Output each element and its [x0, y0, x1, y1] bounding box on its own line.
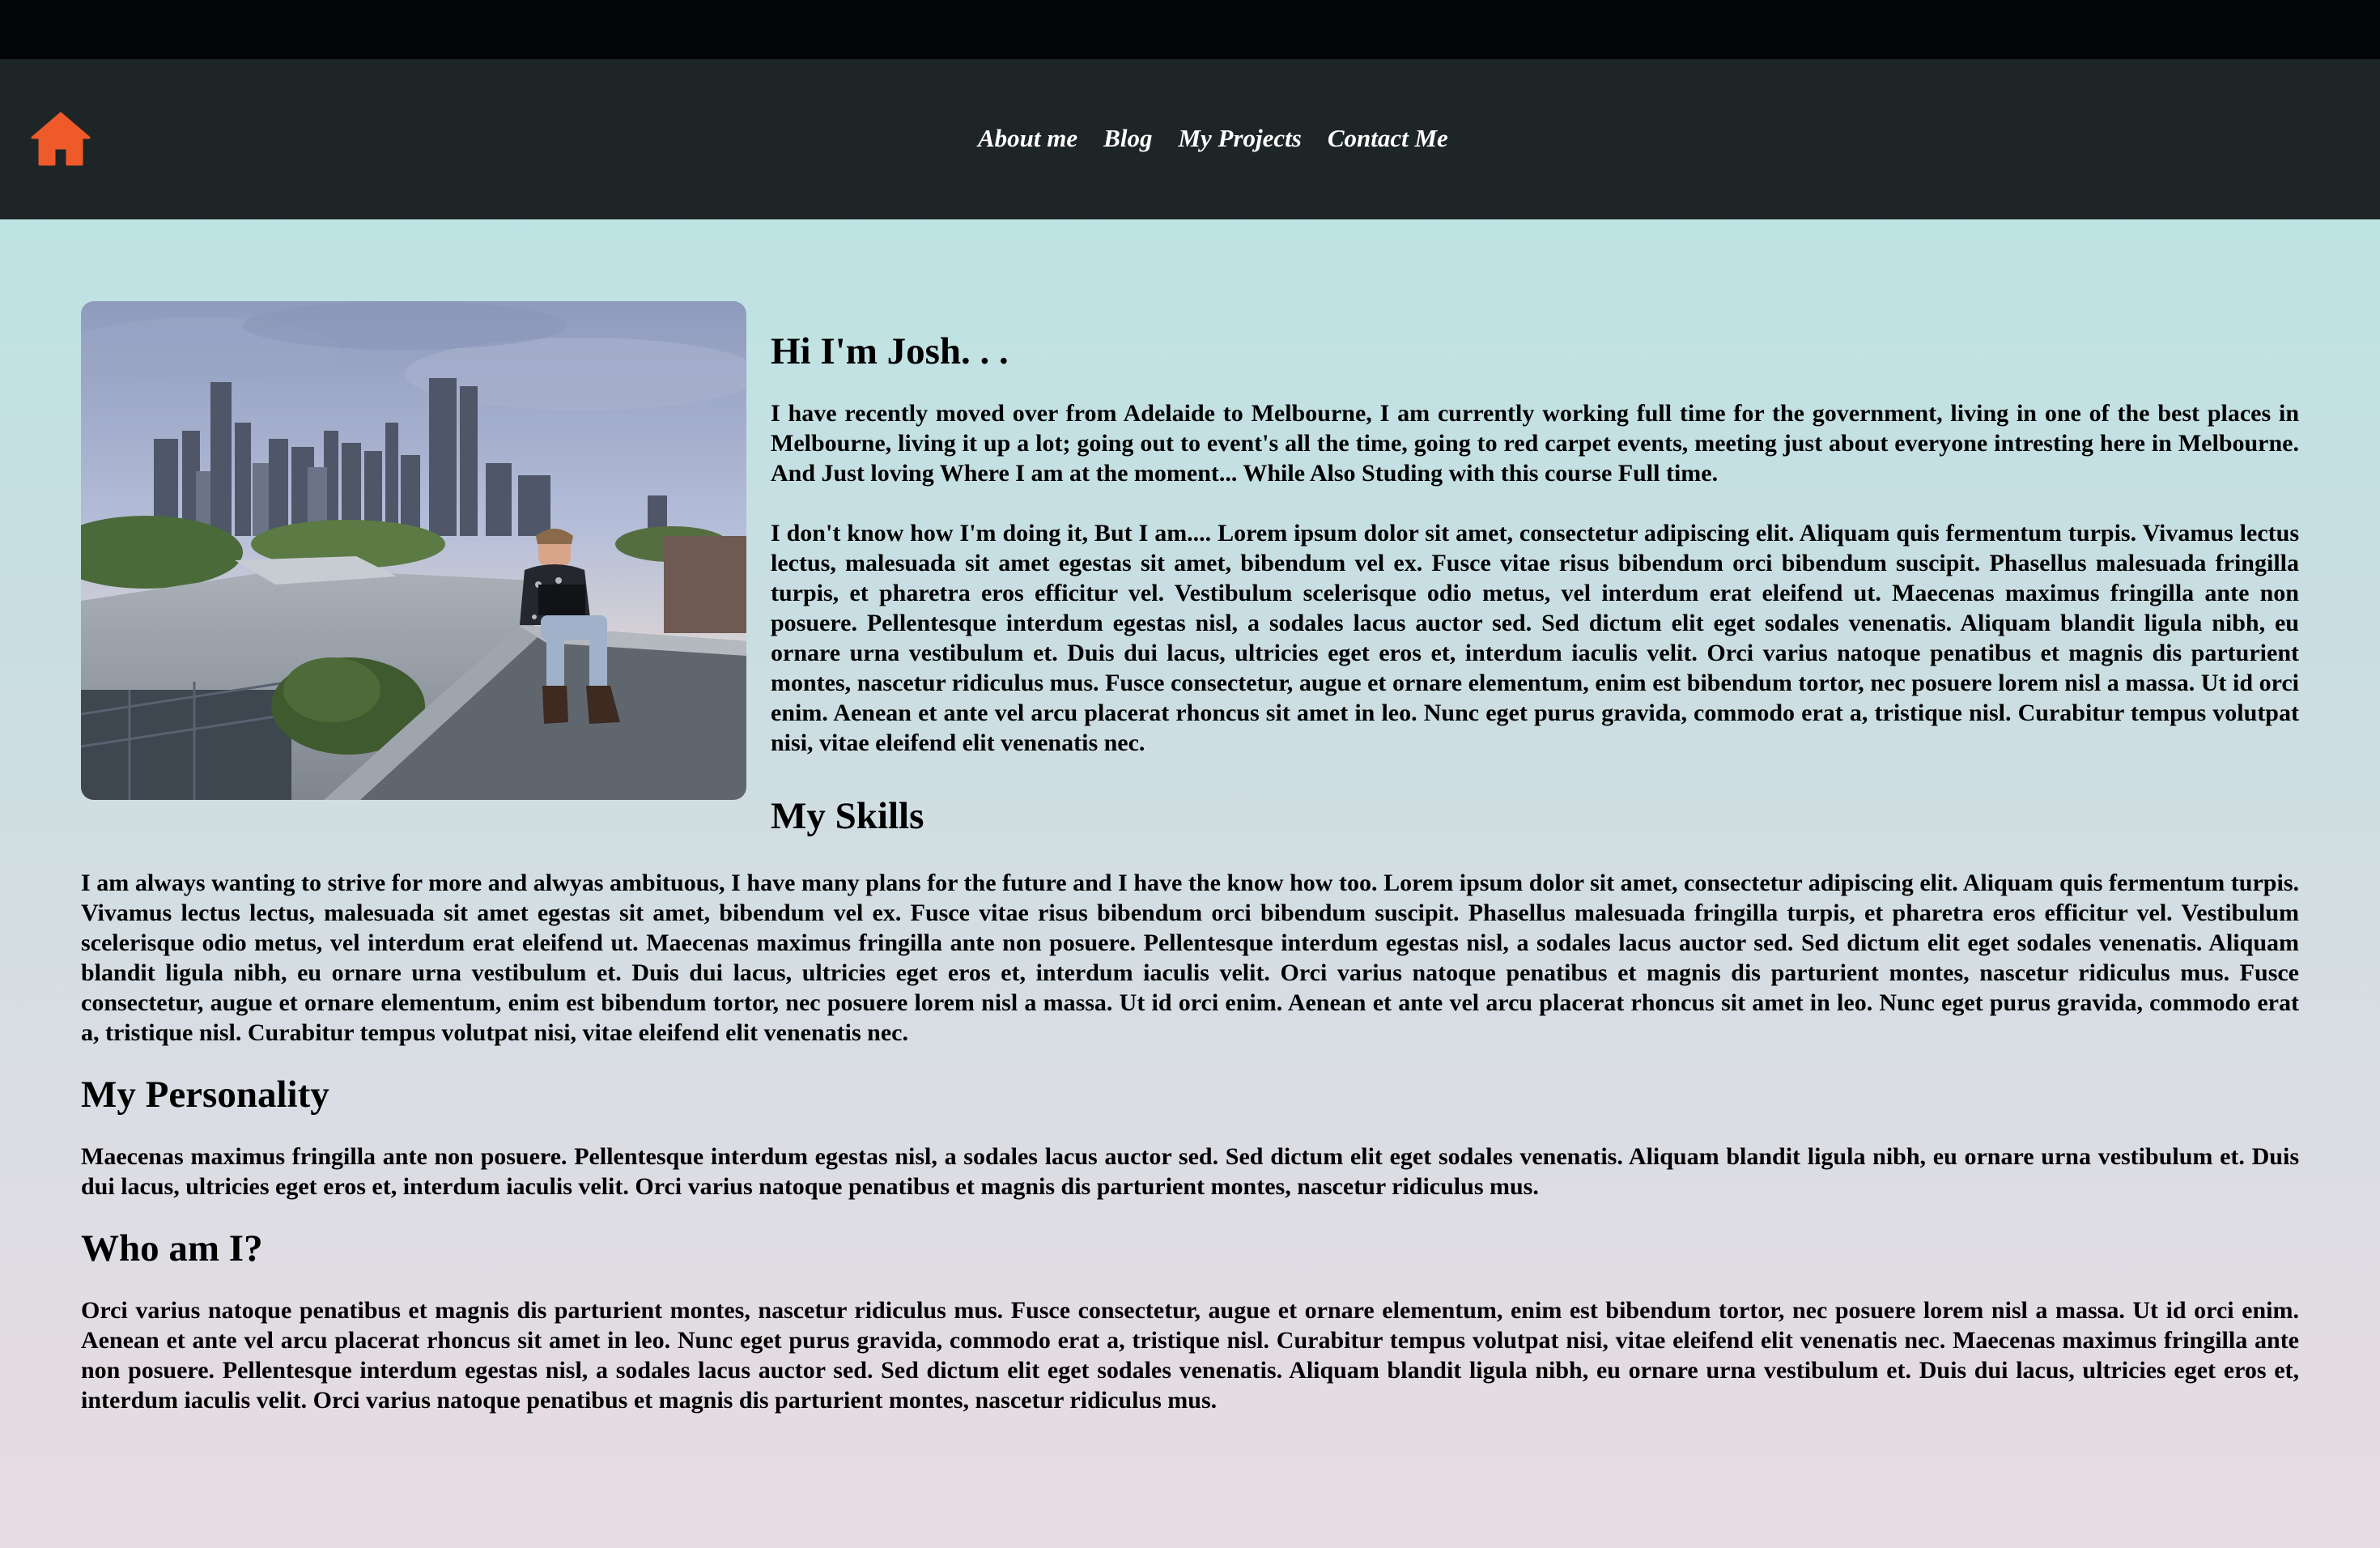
intro-paragraph-1: I have recently moved over from Adelaide…	[771, 400, 2299, 487]
lower-sections: I am always wanting to strive for more a…	[81, 868, 2299, 1415]
personality-paragraph: Maecenas maximus fringilla ante non posu…	[81, 1143, 2299, 1200]
nav-link-blog[interactable]: Blog	[1103, 124, 1152, 153]
skills-heading: My Skills	[771, 795, 924, 837]
nav-link-about-me[interactable]: About me	[978, 124, 1077, 153]
nav-link-my-projects[interactable]: My Projects	[1178, 124, 1301, 153]
intro-section: Hi I'm Josh. . . I have recently moved o…	[771, 329, 2299, 758]
home-link[interactable]	[30, 111, 91, 166]
nav-links: About me Blog My Projects Contact Me	[978, 117, 1448, 159]
home-icon	[31, 112, 91, 166]
intro-paragraph-2: I don't know how I'm doing it, But I am.…	[771, 520, 2299, 756]
nav-link-contact-me[interactable]: Contact Me	[1328, 124, 1448, 153]
who-am-i-heading: Who am I?	[81, 1227, 263, 1269]
site-navbar: About me Blog My Projects Contact Me	[0, 59, 2380, 219]
intro-heading: Hi I'm Josh. . .	[771, 330, 1009, 372]
skills-paragraph: I am always wanting to strive for more a…	[81, 870, 2299, 1046]
profile-photo	[81, 301, 746, 800]
personality-heading: My Personality	[81, 1074, 329, 1116]
who-am-i-paragraph: Orci varius natoque penatibus et magnis …	[81, 1297, 2299, 1414]
browser-top-bar	[0, 0, 2380, 59]
